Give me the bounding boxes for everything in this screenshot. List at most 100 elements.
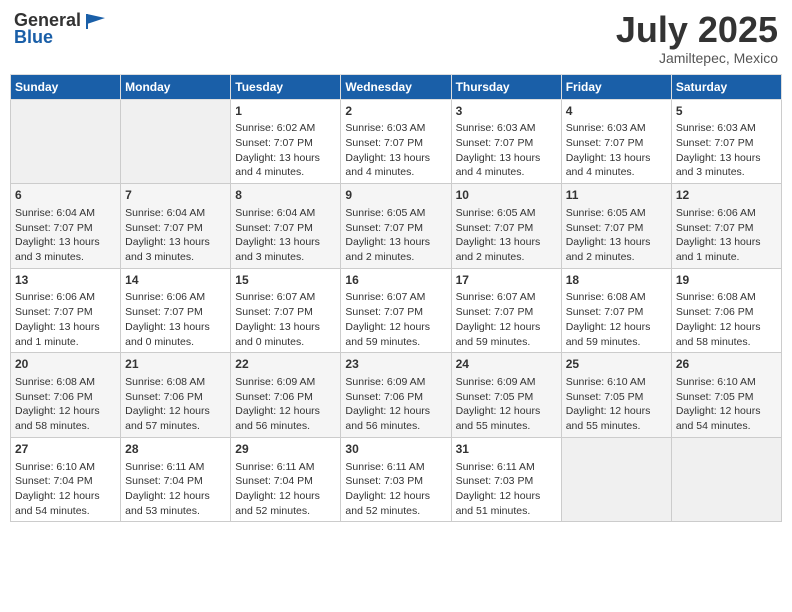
calendar-cell: 24Sunrise: 6:09 AMSunset: 7:05 PMDayligh… bbox=[451, 353, 561, 438]
calendar-cell: 6Sunrise: 6:04 AMSunset: 7:07 PMDaylight… bbox=[11, 184, 121, 269]
sunset-text: Sunset: 7:04 PM bbox=[15, 474, 116, 489]
day-number: 14 bbox=[125, 272, 226, 289]
sunset-text: Sunset: 7:05 PM bbox=[456, 390, 557, 405]
sunset-text: Sunset: 7:07 PM bbox=[566, 305, 667, 320]
daylight-text: Daylight: 13 hours and 4 minutes. bbox=[456, 151, 557, 180]
day-number: 24 bbox=[456, 356, 557, 373]
calendar-cell: 25Sunrise: 6:10 AMSunset: 7:05 PMDayligh… bbox=[561, 353, 671, 438]
calendar-cell: 10Sunrise: 6:05 AMSunset: 7:07 PMDayligh… bbox=[451, 184, 561, 269]
day-number: 29 bbox=[235, 441, 336, 458]
calendar-cell: 16Sunrise: 6:07 AMSunset: 7:07 PMDayligh… bbox=[341, 268, 451, 353]
day-number: 7 bbox=[125, 187, 226, 204]
sunset-text: Sunset: 7:06 PM bbox=[345, 390, 446, 405]
day-number: 18 bbox=[566, 272, 667, 289]
daylight-text: Daylight: 12 hours and 58 minutes. bbox=[15, 404, 116, 433]
sunrise-text: Sunrise: 6:09 AM bbox=[456, 375, 557, 390]
calendar-cell: 17Sunrise: 6:07 AMSunset: 7:07 PMDayligh… bbox=[451, 268, 561, 353]
calendar-cell: 30Sunrise: 6:11 AMSunset: 7:03 PMDayligh… bbox=[341, 437, 451, 522]
day-number: 5 bbox=[676, 103, 777, 120]
week-row-4: 20Sunrise: 6:08 AMSunset: 7:06 PMDayligh… bbox=[11, 353, 782, 438]
sunrise-text: Sunrise: 6:10 AM bbox=[15, 460, 116, 475]
calendar-cell: 21Sunrise: 6:08 AMSunset: 7:06 PMDayligh… bbox=[121, 353, 231, 438]
sunrise-text: Sunrise: 6:07 AM bbox=[235, 290, 336, 305]
sunrise-text: Sunrise: 6:11 AM bbox=[456, 460, 557, 475]
sunset-text: Sunset: 7:07 PM bbox=[235, 305, 336, 320]
sunrise-text: Sunrise: 6:05 AM bbox=[456, 206, 557, 221]
sunset-text: Sunset: 7:07 PM bbox=[235, 136, 336, 151]
sunrise-text: Sunrise: 6:08 AM bbox=[125, 375, 226, 390]
title-block: July 2025 Jamiltepec, Mexico bbox=[616, 10, 778, 66]
week-row-3: 13Sunrise: 6:06 AMSunset: 7:07 PMDayligh… bbox=[11, 268, 782, 353]
daylight-text: Daylight: 13 hours and 0 minutes. bbox=[125, 320, 226, 349]
day-number: 8 bbox=[235, 187, 336, 204]
daylight-text: Daylight: 13 hours and 1 minute. bbox=[676, 235, 777, 264]
day-number: 26 bbox=[676, 356, 777, 373]
sunset-text: Sunset: 7:07 PM bbox=[676, 136, 777, 151]
calendar-cell bbox=[121, 99, 231, 184]
calendar-cell: 28Sunrise: 6:11 AMSunset: 7:04 PMDayligh… bbox=[121, 437, 231, 522]
calendar-cell: 31 Sunrise: 6:11 AMSunset: 7:03 PMDayligh… bbox=[451, 437, 561, 522]
day-number: 23 bbox=[345, 356, 446, 373]
daylight-text: Daylight: 13 hours and 4 minutes. bbox=[566, 151, 667, 180]
calendar-cell: 7Sunrise: 6:04 AMSunset: 7:07 PMDaylight… bbox=[121, 184, 231, 269]
daylight-text: Daylight: 12 hours and 59 minutes. bbox=[345, 320, 446, 349]
sunset-text: Sunset: 7:07 PM bbox=[345, 221, 446, 236]
day-number: 10 bbox=[456, 187, 557, 204]
week-row-5: 27Sunrise: 6:10 AMSunset: 7:04 PMDayligh… bbox=[11, 437, 782, 522]
calendar-cell: 11Sunrise: 6:05 AMSunset: 7:07 PMDayligh… bbox=[561, 184, 671, 269]
day-number: 27 bbox=[15, 441, 116, 458]
sunrise-text: Sunrise: 6:09 AM bbox=[235, 375, 336, 390]
calendar-cell bbox=[561, 437, 671, 522]
calendar-cell: 14Sunrise: 6:06 AMSunset: 7:07 PMDayligh… bbox=[121, 268, 231, 353]
sunrise-text: Sunrise: 6:04 AM bbox=[235, 206, 336, 221]
sunset-text: Sunset: 7:06 PM bbox=[235, 390, 336, 405]
daylight-text: Daylight: 12 hours and 54 minutes. bbox=[15, 489, 116, 518]
calendar-cell: 9Sunrise: 6:05 AMSunset: 7:07 PMDaylight… bbox=[341, 184, 451, 269]
week-row-1: 1Sunrise: 6:02 AMSunset: 7:07 PMDaylight… bbox=[11, 99, 782, 184]
sunset-text: Sunset: 7:07 PM bbox=[676, 221, 777, 236]
sunrise-text: Sunrise: 6:03 AM bbox=[456, 121, 557, 136]
daylight-text: Daylight: 13 hours and 2 minutes. bbox=[566, 235, 667, 264]
daylight-text: Daylight: 13 hours and 4 minutes. bbox=[345, 151, 446, 180]
sunset-text: Sunset: 7:06 PM bbox=[125, 390, 226, 405]
day-number: 3 bbox=[456, 103, 557, 120]
sunset-text: Sunset: 7:07 PM bbox=[125, 221, 226, 236]
day-number: 19 bbox=[676, 272, 777, 289]
day-number: 30 bbox=[345, 441, 446, 458]
sunrise-text: Sunrise: 6:11 AM bbox=[345, 460, 446, 475]
logo: General Blue bbox=[14, 10, 107, 48]
month-title: July 2025 bbox=[616, 10, 778, 50]
day-number: 21 bbox=[125, 356, 226, 373]
sunrise-text: Sunrise: 6:06 AM bbox=[676, 206, 777, 221]
calendar-cell: 2Sunrise: 6:03 AMSunset: 7:07 PMDaylight… bbox=[341, 99, 451, 184]
sunrise-text: Sunrise: 6:03 AM bbox=[345, 121, 446, 136]
sunset-text: Sunset: 7:04 PM bbox=[125, 474, 226, 489]
daylight-text: Daylight: 12 hours and 51 minutes. bbox=[456, 489, 557, 518]
sunset-text: Sunset: 7:05 PM bbox=[566, 390, 667, 405]
day-number: 31 bbox=[456, 441, 557, 458]
calendar-table: SundayMondayTuesdayWednesdayThursdayFrid… bbox=[10, 74, 782, 523]
daylight-text: Daylight: 13 hours and 2 minutes. bbox=[345, 235, 446, 264]
sunset-text: Sunset: 7:07 PM bbox=[456, 221, 557, 236]
daylight-text: Daylight: 12 hours and 56 minutes. bbox=[235, 404, 336, 433]
day-number: 20 bbox=[15, 356, 116, 373]
daylight-text: Daylight: 12 hours and 56 minutes. bbox=[345, 404, 446, 433]
sunrise-text: Sunrise: 6:08 AM bbox=[676, 290, 777, 305]
sunrise-text: Sunrise: 6:03 AM bbox=[676, 121, 777, 136]
sunset-text: Sunset: 7:03 PM bbox=[456, 474, 557, 489]
calendar-cell: 20Sunrise: 6:08 AMSunset: 7:06 PMDayligh… bbox=[11, 353, 121, 438]
sunset-text: Sunset: 7:07 PM bbox=[345, 136, 446, 151]
sunset-text: Sunset: 7:03 PM bbox=[345, 474, 446, 489]
daylight-text: Daylight: 13 hours and 3 minutes. bbox=[125, 235, 226, 264]
calendar-cell bbox=[671, 437, 781, 522]
day-number: 22 bbox=[235, 356, 336, 373]
daylight-text: Daylight: 12 hours and 54 minutes. bbox=[676, 404, 777, 433]
sunrise-text: Sunrise: 6:08 AM bbox=[15, 375, 116, 390]
sunrise-text: Sunrise: 6:10 AM bbox=[676, 375, 777, 390]
sunset-text: Sunset: 7:05 PM bbox=[676, 390, 777, 405]
sunrise-text: Sunrise: 6:07 AM bbox=[456, 290, 557, 305]
location: Jamiltepec, Mexico bbox=[616, 50, 778, 66]
sunrise-text: Sunrise: 6:03 AM bbox=[566, 121, 667, 136]
sunset-text: Sunset: 7:07 PM bbox=[345, 305, 446, 320]
daylight-text: Daylight: 13 hours and 1 minute. bbox=[15, 320, 116, 349]
